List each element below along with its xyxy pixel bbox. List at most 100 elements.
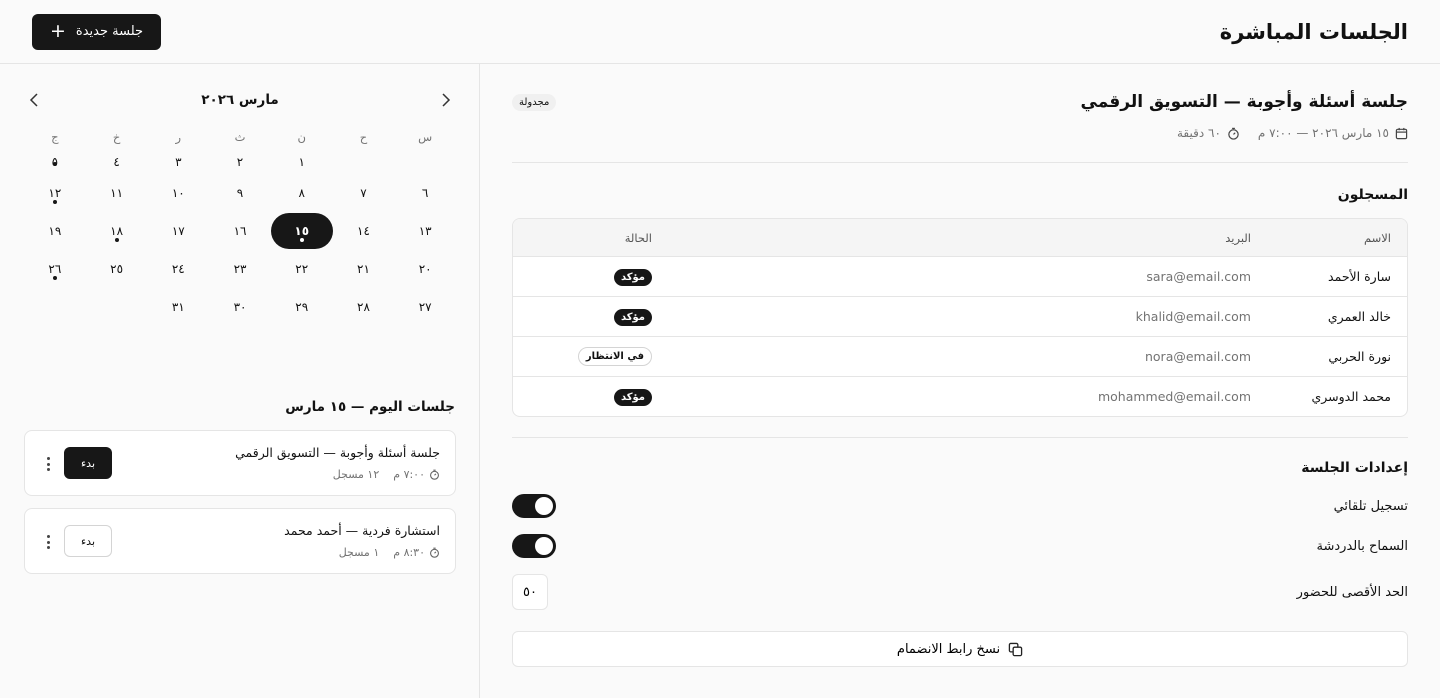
registrants-table: الاسم البريد الحالة سارة الأحمد sara@ema… bbox=[512, 218, 1408, 417]
calendar-day-8[interactable]: ٨ bbox=[271, 174, 333, 212]
new-session-label: جلسة جديدة bbox=[75, 24, 144, 39]
today-sessions-title: جلسات اليوم — ١٥ مارس bbox=[285, 399, 455, 415]
calendar-day-15[interactable]: ١٥ bbox=[270, 212, 333, 250]
registrants-title: المسجلون bbox=[1337, 187, 1408, 203]
event-dot bbox=[52, 276, 57, 280]
calendar-day-16[interactable]: ١٦ bbox=[209, 212, 271, 250]
calendar-day-23[interactable]: ٢٣ bbox=[209, 250, 271, 288]
weekday-label: ج bbox=[51, 130, 59, 144]
session-card-registered: ١ مسجل bbox=[338, 546, 380, 559]
more-vertical-icon[interactable] bbox=[40, 532, 56, 552]
calendar-day-9[interactable]: ٩ bbox=[209, 174, 271, 212]
day-number: ١٦ bbox=[233, 224, 247, 238]
calendar-day-18[interactable]: ١٨ bbox=[86, 212, 148, 250]
prev-month-button[interactable] bbox=[436, 90, 456, 110]
copy-join-link-button[interactable]: نسخ رابط الانضمام bbox=[512, 631, 1408, 667]
calendar-day-30[interactable]: ٣٠ bbox=[209, 288, 271, 326]
settings-title: إعدادات الجلسة bbox=[1301, 460, 1408, 476]
column-header-name: الاسم bbox=[1363, 230, 1391, 245]
calendar-day-12[interactable]: ١٢ bbox=[24, 174, 86, 212]
event-dot bbox=[52, 200, 57, 204]
calendar-day-11[interactable]: ١١ bbox=[86, 174, 148, 212]
day-number: ٢٨ bbox=[357, 300, 370, 314]
registrant-email: nora@email.com bbox=[1144, 349, 1251, 364]
new-session-button[interactable]: جلسة جديدة + bbox=[32, 13, 161, 50]
setting-allow-chat: السماح بالدردشة bbox=[512, 534, 1408, 558]
setting-label: السماح بالدردشة bbox=[1316, 538, 1408, 554]
table-row: خالد العمري khalid@email.com مؤكد bbox=[513, 296, 1407, 336]
status-pill: مؤكد bbox=[613, 308, 652, 326]
registrant-name: خالد العمري bbox=[1327, 309, 1391, 324]
day-number: ٣ bbox=[175, 155, 182, 169]
session-duration: ٦٠ دقيقة bbox=[1176, 126, 1221, 140]
session-title: جلسة أسئلة وأجوبة — التسويق الرقمي bbox=[1080, 92, 1408, 112]
allow-chat-toggle[interactable] bbox=[512, 534, 556, 558]
registrant-name: سارة الأحمد bbox=[1328, 269, 1391, 284]
calendar-header: مارس ٢٠٢٦ bbox=[24, 90, 456, 110]
calendar-day-28[interactable]: ٢٨ bbox=[333, 288, 395, 326]
month-label: مارس ٢٠٢٦ bbox=[201, 92, 279, 108]
calendar-day-22[interactable]: ٢٢ bbox=[271, 250, 333, 288]
day-number: ١ bbox=[298, 155, 305, 169]
copy-link-label: نسخ رابط الانضمام bbox=[896, 641, 1001, 657]
plus-icon: + bbox=[49, 20, 66, 42]
calendar-day-6[interactable]: ٦ bbox=[394, 174, 456, 212]
calendar-day-3[interactable]: ٣ bbox=[147, 150, 209, 174]
calendar-day-13[interactable]: ١٣ bbox=[394, 212, 456, 250]
table-row: محمد الدوسري mohammed@email.com مؤكد bbox=[513, 376, 1407, 416]
chevron-left-icon bbox=[29, 93, 38, 107]
toggle-knob bbox=[535, 497, 553, 515]
session-card-registered: ١٢ مسجل bbox=[332, 468, 380, 481]
chevron-right-icon bbox=[442, 93, 451, 107]
start-session-button[interactable]: بدء bbox=[64, 525, 112, 557]
calendar-day-29[interactable]: ٢٩ bbox=[271, 288, 333, 326]
day-number: ١٥ bbox=[294, 224, 310, 238]
more-vertical-icon[interactable] bbox=[40, 454, 56, 474]
calendar-day-20[interactable]: ٢٠ bbox=[394, 250, 456, 288]
toggle-knob bbox=[535, 537, 553, 555]
empty-day-cell bbox=[333, 150, 395, 174]
session-card[interactable]: جلسة أسئلة وأجوبة — التسويق الرقمي ٧:٠٠ … bbox=[24, 430, 456, 496]
weekday-label: ح bbox=[359, 130, 368, 144]
event-dot bbox=[52, 162, 57, 166]
session-card[interactable]: استشارة فردية — أحمد محمد ٨:٣٠ م ١ مسجل … bbox=[24, 508, 456, 574]
day-number: ١١ bbox=[110, 186, 124, 200]
status-pill: مؤكد bbox=[613, 268, 652, 286]
page-title: الجلسات المباشرة bbox=[1219, 19, 1408, 44]
calendar-day-17[interactable]: ١٧ bbox=[147, 212, 209, 250]
auto-record-toggle[interactable] bbox=[512, 494, 556, 518]
calendar-day-31[interactable]: ٣١ bbox=[147, 288, 209, 326]
calendar-day-2[interactable]: ٢ bbox=[209, 150, 271, 174]
registrant-email: sara@email.com bbox=[1146, 269, 1251, 284]
weekday-label: س bbox=[418, 130, 433, 144]
calendar-day-24[interactable]: ٢٤ bbox=[147, 250, 209, 288]
session-datetime: ١٥ مارس ٢٠٢٦ — ٧:٠٠ م bbox=[1257, 126, 1389, 140]
start-session-button[interactable]: بدء bbox=[64, 447, 112, 479]
calendar-day-5[interactable]: ٥ bbox=[24, 150, 86, 174]
calendar-day-26[interactable]: ٢٦ bbox=[24, 250, 86, 288]
timer-icon bbox=[1228, 127, 1239, 140]
calendar-day-10[interactable]: ١٠ bbox=[147, 174, 209, 212]
max-attendees-input[interactable] bbox=[512, 574, 548, 610]
setting-max-attendees: الحد الأقصى للحضور bbox=[512, 574, 1408, 610]
setting-label: الحد الأقصى للحضور bbox=[1296, 584, 1408, 600]
calendar-day-25[interactable]: ٢٥ bbox=[86, 250, 148, 288]
status-pill: في الانتظار bbox=[577, 347, 652, 366]
registrant-name: محمد الدوسري bbox=[1311, 389, 1391, 404]
column-header-status: الحالة bbox=[624, 230, 652, 245]
day-number: ٨ bbox=[298, 186, 305, 200]
timer-icon bbox=[430, 547, 439, 558]
next-month-button[interactable] bbox=[24, 90, 44, 110]
divider bbox=[512, 437, 1408, 438]
calendar-day-21[interactable]: ٢١ bbox=[333, 250, 395, 288]
day-number: ١٨ bbox=[110, 224, 124, 238]
calendar-day-14[interactable]: ١٤ bbox=[333, 212, 395, 250]
calendar-day-7[interactable]: ٧ bbox=[333, 174, 395, 212]
day-number: ٤ bbox=[113, 155, 120, 169]
calendar-day-4[interactable]: ٤ bbox=[86, 150, 148, 174]
day-number: ٢٠ bbox=[418, 262, 432, 276]
calendar-day-19[interactable]: ١٩ bbox=[24, 212, 86, 250]
calendar-day-1[interactable]: ١ bbox=[271, 150, 333, 174]
calendar-day-27[interactable]: ٢٧ bbox=[394, 288, 456, 326]
empty-day-cell bbox=[394, 150, 456, 174]
